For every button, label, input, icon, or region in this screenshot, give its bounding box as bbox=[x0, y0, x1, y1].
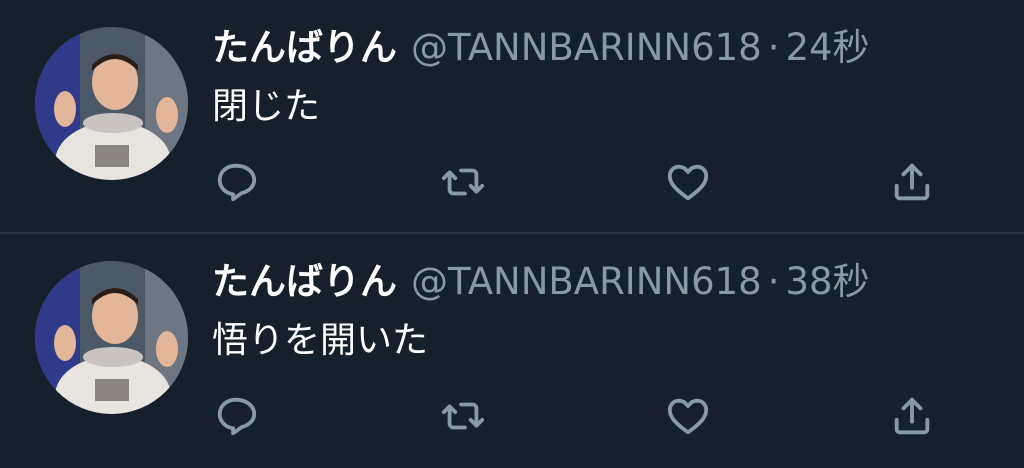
timestamp[interactable]: 38秒 bbox=[785, 260, 869, 303]
separator-dot: · bbox=[767, 260, 780, 303]
like-icon bbox=[667, 398, 709, 435]
reply-icon bbox=[217, 397, 257, 436]
user-handle[interactable]: @TANNBARINN618 bbox=[411, 260, 762, 303]
timestamp[interactable]: 24秒 bbox=[785, 26, 869, 69]
share-button[interactable] bbox=[886, 156, 938, 208]
tweet-text: 閉じた bbox=[212, 86, 321, 127]
tweet-header: たんばりん @TANNBARINN618 · 24秒 bbox=[212, 24, 870, 72]
separator-dot: · bbox=[767, 26, 780, 69]
share-icon bbox=[894, 397, 930, 435]
display-name[interactable]: たんばりん bbox=[212, 26, 397, 69]
tweet-actions bbox=[0, 156, 1024, 208]
reply-button[interactable] bbox=[210, 156, 262, 208]
like-button[interactable] bbox=[662, 390, 714, 442]
reply-button[interactable] bbox=[210, 390, 262, 442]
display-name[interactable]: たんばりん bbox=[212, 260, 397, 303]
reply-icon bbox=[217, 163, 257, 202]
share-icon bbox=[894, 163, 930, 201]
tweet-header: たんばりん @TANNBARINN618 · 38秒 bbox=[212, 258, 870, 306]
tweet[interactable]: たんばりん @TANNBARINN618 · 24秒 閉じた bbox=[0, 0, 1024, 234]
tweet[interactable]: たんばりん @TANNBARINN618 · 38秒 悟りを開いた bbox=[0, 234, 1024, 466]
like-button[interactable] bbox=[662, 156, 714, 208]
tweet-text: 悟りを開いた bbox=[212, 320, 429, 361]
retweet-button[interactable] bbox=[437, 390, 489, 442]
tweet-actions bbox=[0, 390, 1024, 442]
retweet-icon bbox=[441, 402, 485, 430]
user-handle[interactable]: @TANNBARINN618 bbox=[411, 26, 762, 69]
like-icon bbox=[667, 164, 709, 201]
retweet-icon bbox=[441, 168, 485, 196]
retweet-button[interactable] bbox=[437, 156, 489, 208]
share-button[interactable] bbox=[886, 390, 938, 442]
